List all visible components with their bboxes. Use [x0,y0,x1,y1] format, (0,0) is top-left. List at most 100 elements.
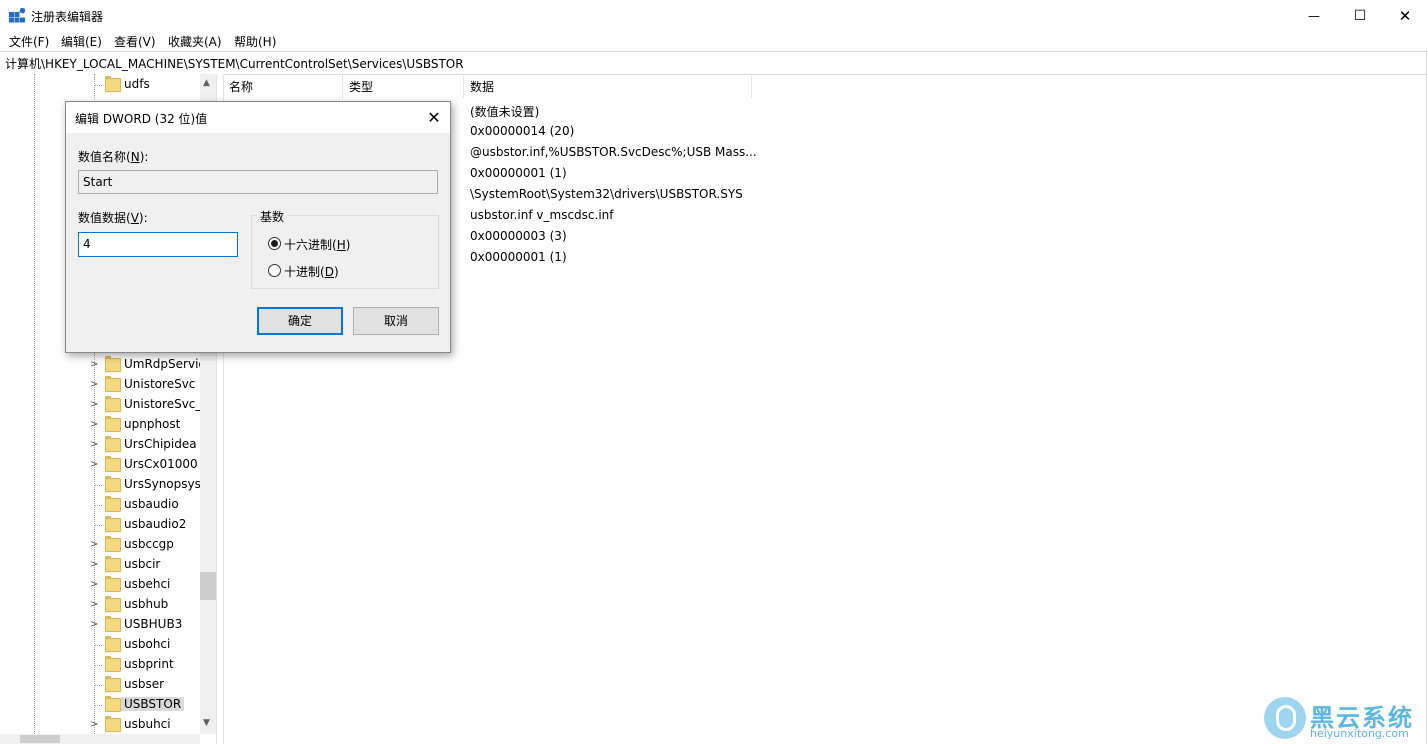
folder-icon [105,516,121,532]
folder-icon [105,456,121,472]
column-header-type[interactable]: 类型 [343,74,464,98]
tree-item-umrdpservice[interactable]: > UmRdpServic [90,355,210,375]
tree-connector [94,485,102,486]
hex-radio-label[interactable]: 十六进制(H) [284,236,350,253]
chevron-right-icon[interactable]: > [90,579,100,591]
list-item-data[interactable]: @usbstor.inf,%USBSTOR.SvcDesc%;USB Mass.… [470,145,757,159]
dialog-close-button[interactable]: ✕ [418,102,450,133]
tree-item-urscx01000[interactable]: > UrsCx01000 [90,455,210,475]
tree-item-label: UmRdpServic [124,357,206,371]
regedit-app-icon [9,8,25,23]
folder-icon [105,76,121,92]
tree-connector [94,645,102,646]
tree-item-usbhub[interactable]: > usbhub [90,595,210,615]
folder-icon [105,616,121,632]
tree-connector [94,505,102,506]
tree-item-udfs[interactable]: udfs [90,75,210,95]
tree-item-label: UnistoreSvc [124,377,196,391]
column-header-name[interactable]: 名称 [223,74,343,98]
list-item-data[interactable]: \SystemRoot\System32\drivers\USBSTOR.SYS [470,187,743,201]
scroll-up-icon[interactable]: ▲ [203,78,210,88]
folder-icon [105,496,121,512]
chevron-right-icon[interactable]: > [90,399,100,411]
list-item-data[interactable]: 0x00000001 (1) [470,250,567,264]
folder-icon [105,656,121,672]
list-item-data[interactable]: 0x00000014 (20) [470,124,574,138]
tree-item-label: USBHUB3 [124,617,183,631]
tree-item-usbohci[interactable]: usbohci [90,635,210,655]
chevron-right-icon[interactable]: > [90,379,100,391]
tree-item-label: UrsChipidea [124,437,197,451]
tree-item-urschipidea[interactable]: > UrsChipidea [90,435,210,455]
tree-item-unistoresvc-3[interactable]: > UnistoreSvc_3 [90,395,210,415]
value-data-input[interactable]: 4 [78,232,238,257]
tree-item-label: UnistoreSvc_3 [124,397,210,411]
close-button[interactable]: ✕ [1382,0,1428,31]
tree-item-label: usbhub [124,597,169,611]
list-item-data[interactable]: 0x00000001 (1) [470,166,567,180]
address-path: 计算机\HKEY_LOCAL_MACHINE\SYSTEM\CurrentCon… [5,57,464,71]
chevron-right-icon[interactable]: > [90,439,100,451]
tree-item-usbuhci[interactable]: > usbuhci [90,715,210,735]
close-icon: ✕ [427,108,441,127]
cancel-button[interactable]: 取消 [353,307,439,335]
folder-icon [105,696,121,712]
menu-help[interactable]: 帮助(H) [234,33,276,50]
menu-view[interactable]: 查看(V) [114,33,156,50]
window-title: 注册表编辑器 [31,10,104,24]
window-edge [1426,74,1427,744]
chevron-right-icon[interactable]: > [90,559,100,571]
tree-connector [94,705,102,706]
scroll-down-icon[interactable]: ▼ [203,718,210,728]
tree-item-label: USBSTOR [121,697,185,711]
dialog-title: 编辑 DWORD (32 位)值 [75,112,208,126]
list-header: 名称 类型 数据 [223,74,1428,98]
chevron-right-icon[interactable]: > [90,599,100,611]
tree-item-upnphost[interactable]: > upnphost [90,415,210,435]
menu-edit[interactable]: 编辑(E) [61,33,102,50]
base-label: 基数 [257,208,288,225]
decimal-radio[interactable] [268,264,281,277]
tree-item-usbaudio2[interactable]: usbaudio2 [90,515,210,535]
maximize-button[interactable]: ☐ [1337,0,1383,31]
tree-hscroll-thumb[interactable] [20,735,60,743]
tree-item-usbccgp[interactable]: > usbccgp [90,535,210,555]
ok-button[interactable]: 确定 [257,307,343,335]
chevron-right-icon[interactable]: > [90,359,100,371]
close-icon: ✕ [1398,6,1412,25]
tree-guide-line [34,74,35,744]
folder-icon [105,476,121,492]
tree-item-usbprint[interactable]: usbprint [90,655,210,675]
chevron-right-icon[interactable]: > [90,619,100,631]
list-item-data[interactable]: 0x00000003 (3) [470,229,567,243]
tree-scroll-thumb[interactable] [200,572,216,600]
title-bar [0,0,1428,31]
decimal-radio-label[interactable]: 十进制(D) [284,263,339,280]
chevron-right-icon[interactable]: > [90,419,100,431]
dialog-title-bar: 编辑 DWORD (32 位)值 ✕ [66,102,450,133]
tree-item-label: upnphost [124,417,181,431]
list-item-data[interactable]: usbstor.inf v_mscdsc.inf [470,208,613,222]
tree-connector [94,685,102,686]
tree-item-usbhub3[interactable]: > USBHUB3 [90,615,210,635]
chevron-right-icon[interactable]: > [90,459,100,471]
tree-item-label: usbohci [124,637,171,651]
tree-item-usbstor[interactable]: USBSTOR [90,695,210,715]
column-header-data[interactable]: 数据 [464,74,752,98]
minimize-button[interactable]: — [1291,0,1337,31]
menu-favorites[interactable]: 收藏夹(A) [168,33,222,50]
tree-item-usbcir[interactable]: > usbcir [90,555,210,575]
tree-item-label: UrsCx01000 [124,457,198,471]
tree-item-usbehci[interactable]: > usbehci [90,575,210,595]
tree-item-usbaudio[interactable]: usbaudio [90,495,210,515]
chevron-right-icon[interactable]: > [90,719,100,731]
menu-file[interactable]: 文件(F) [9,33,49,50]
hex-radio[interactable] [268,237,281,250]
chevron-right-icon[interactable]: > [90,539,100,551]
tree-item-usbser[interactable]: usbser [90,675,210,695]
folder-icon [105,636,121,652]
list-item-data[interactable]: (数值未设置) [470,103,539,120]
edit-dword-dialog: 编辑 DWORD (32 位)值 ✕ 数值名称(N): Start 数值数据(V… [65,101,451,353]
tree-item-urssynopsys[interactable]: UrsSynopsys [90,475,210,495]
tree-item-unistoresvc[interactable]: > UnistoreSvc [90,375,210,395]
